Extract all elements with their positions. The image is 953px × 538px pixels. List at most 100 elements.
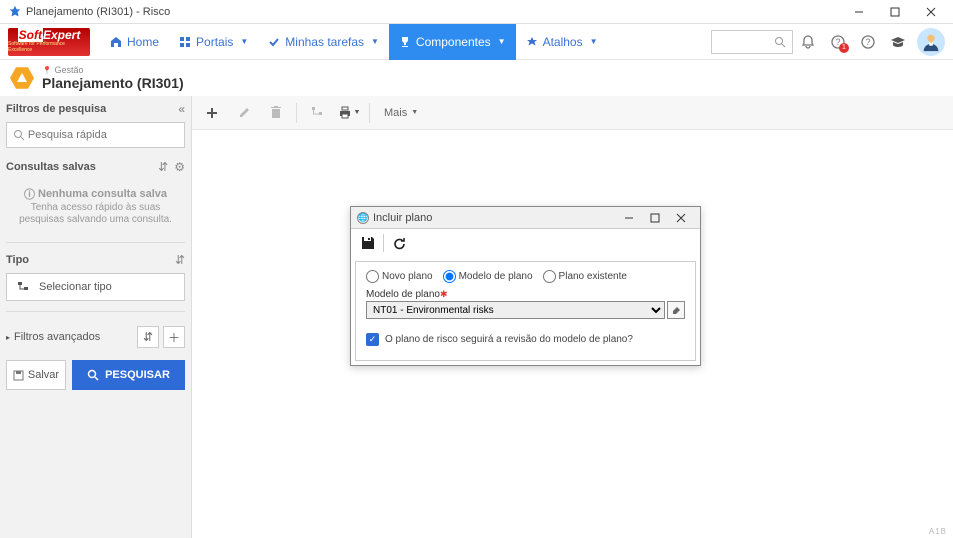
follow-revision-label: O plano de risco seguirá a revisão do mo… [385,334,633,345]
required-icon: ✱ [440,289,448,299]
collapse-sidebar-button[interactable]: « [178,102,185,116]
search-button[interactable]: PESQUISAR [72,360,185,390]
filters-sidebar: Filtros de pesquisa « Consultas salvas ⇵… [0,96,192,538]
dialog-maximize-button[interactable] [642,208,668,228]
saved-queries-empty: ⓘNenhuma consulta salva Tenha acesso ráp… [6,180,185,232]
content-toolbar: ▼ Mais▼ [192,96,953,130]
gear-icon[interactable]: ⚙ [174,160,185,174]
bell-icon [800,34,816,50]
pin-icon[interactable]: ⇵ [175,253,185,267]
divider [383,234,384,252]
plan-source-radios: Novo plano Modelo de plano Plano existen… [366,270,685,283]
global-search[interactable] [711,30,793,54]
dialog-toolbar [351,229,700,257]
pencil-icon [238,106,251,119]
radio-existing-plan[interactable]: Plano existente [543,270,627,283]
dialog-close-button[interactable] [668,208,694,228]
caret-right-icon: ▸ [6,333,10,342]
nav-portals[interactable]: Portais▼ [169,24,258,60]
pin-icon[interactable]: ⇵ [158,160,168,174]
model-select[interactable]: NT01 - Environmental risks [366,301,665,319]
trash-icon [270,106,282,119]
advanced-filters-toggle[interactable]: ▸Filtros avançados [6,331,100,343]
save-icon [13,370,24,381]
filters-title: Filtros de pesquisa [6,103,106,115]
caret-down-icon: ▼ [411,109,418,116]
caret-down-icon: ▼ [371,37,379,46]
breadcrumb-icon: 📍 [42,66,52,75]
caret-down-icon: ▼ [498,37,506,46]
search-icon [774,36,786,48]
check-icon [268,36,280,48]
top-nav: SoftExpert Software for Performance Exce… [0,24,953,60]
dialog-titlebar: 🌐 Incluir plano [351,207,700,229]
window-maximize-button[interactable] [877,1,913,23]
saved-queries-title: Consultas salvas [6,161,96,173]
refresh-icon [392,236,407,251]
caret-down-icon: ▼ [354,109,361,116]
more-menu[interactable]: Mais▼ [376,99,426,127]
divider [369,103,370,123]
nav-home[interactable]: Home [100,24,169,60]
corner-text: A1B [929,527,947,536]
divider [296,103,297,123]
quick-search-input[interactable] [28,129,178,141]
globe-icon: 🌐 [357,212,369,224]
window-close-button[interactable] [913,1,949,23]
help-badge: 1 [839,43,849,53]
include-plan-dialog: 🌐 Incluir plano Novo plano Modelo de pla… [350,206,701,366]
avatar-icon [920,31,942,53]
nav-shortcuts[interactable]: Atalhos▼ [516,24,608,60]
divider [6,311,185,312]
breadcrumb: Gestão [54,65,83,75]
printer-icon [338,106,352,119]
search-icon [87,369,99,381]
trophy-icon [399,36,411,48]
window-title: Planejamento (RI301) - Risco [26,6,841,18]
dialog-refresh-button[interactable] [386,231,412,255]
nav-tasks[interactable]: Minhas tarefas▼ [258,24,389,60]
user-avatar[interactable] [917,28,945,56]
page-header: 📍 Gestão Planejamento (RI301) [0,60,953,96]
follow-revision-checkbox[interactable]: ✓ [366,333,379,346]
clear-select-button[interactable] [667,301,685,319]
global-search-input[interactable] [716,36,774,48]
structure-button[interactable] [303,99,331,127]
search-icon [13,129,24,141]
portals-icon [179,36,191,48]
edit-button[interactable] [230,99,258,127]
tree-icon [17,281,29,293]
graduation-icon [890,34,906,50]
add-filter-button[interactable]: ＋ [163,326,185,348]
sort-button[interactable]: ⇵ [137,326,159,348]
brand-logo[interactable]: SoftExpert Software for Performance Exce… [8,28,90,56]
module-icon [10,66,34,90]
question-icon: ? [860,34,876,50]
eraser-icon [671,305,681,315]
info-icon: ⓘ [24,186,35,202]
type-label: Tipo [6,254,29,266]
save-button[interactable]: Salvar [6,360,66,390]
dialog-minimize-button[interactable] [616,208,642,228]
print-button[interactable]: ▼ [335,99,363,127]
quick-search[interactable] [6,122,185,148]
dialog-body: Novo plano Modelo de plano Plano existen… [355,261,696,361]
notifications-button[interactable] [793,27,823,57]
select-type-button[interactable]: Selecionar tipo [6,273,185,301]
radio-model-plan[interactable]: Modelo de plano [443,270,533,283]
support-button[interactable]: ? [853,27,883,57]
window-titlebar: Planejamento (RI301) - Risco [0,0,953,24]
radio-new-plan[interactable]: Novo plano [366,270,433,283]
window-minimize-button[interactable] [841,1,877,23]
help-button[interactable]: ? 1 [823,27,853,57]
delete-button[interactable] [262,99,290,127]
star-icon [526,36,538,48]
plus-icon [205,106,219,120]
home-icon [110,36,122,48]
divider [6,242,185,243]
caret-down-icon: ▼ [590,37,598,46]
add-button[interactable] [198,99,226,127]
nav-components[interactable]: Componentes▼ [389,24,516,60]
academy-button[interactable] [883,27,913,57]
dialog-save-button[interactable] [355,231,381,255]
